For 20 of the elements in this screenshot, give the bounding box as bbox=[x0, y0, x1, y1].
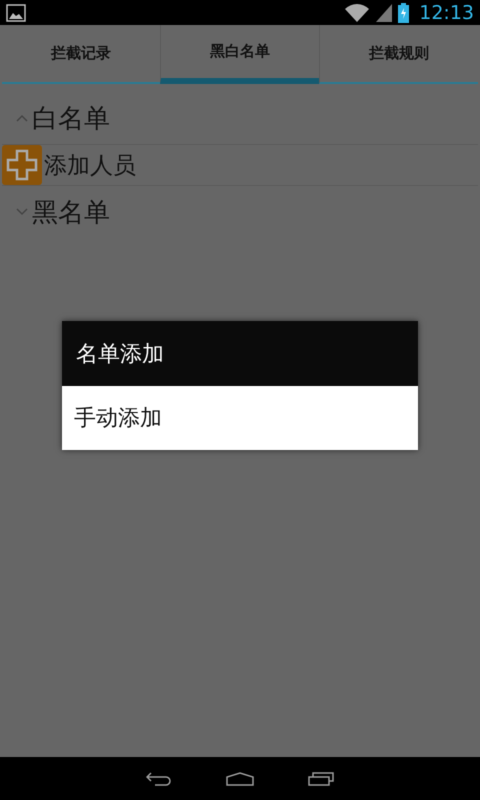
recent-apps-icon[interactable] bbox=[308, 772, 334, 786]
item-label: 添加人员 bbox=[44, 152, 136, 180]
tab[interactable]: 拦截记录 bbox=[2, 25, 160, 84]
group-title: 白名单 bbox=[32, 102, 110, 136]
picture-icon bbox=[6, 4, 26, 22]
status-time: 12:13 bbox=[419, 2, 474, 24]
group-title: 黑名单 bbox=[32, 196, 110, 230]
home-icon[interactable] bbox=[226, 772, 254, 786]
tab[interactable]: 黑白名单 bbox=[160, 25, 319, 84]
list-item[interactable]: 添加人员 bbox=[2, 145, 478, 185]
back-icon[interactable] bbox=[146, 772, 172, 786]
battery-icon bbox=[398, 2, 410, 22]
dialog-title: 名单添加 bbox=[62, 321, 418, 386]
wifi-icon bbox=[344, 2, 370, 22]
dialog-option[interactable]: 手动添加 bbox=[62, 386, 418, 450]
tab[interactable]: 拦截规则 bbox=[319, 25, 478, 84]
group-header[interactable]: 黑名单 bbox=[2, 186, 478, 238]
plus-icon bbox=[2, 145, 42, 185]
signal-icon bbox=[376, 4, 392, 22]
group-header[interactable]: 白名单 bbox=[2, 92, 478, 144]
